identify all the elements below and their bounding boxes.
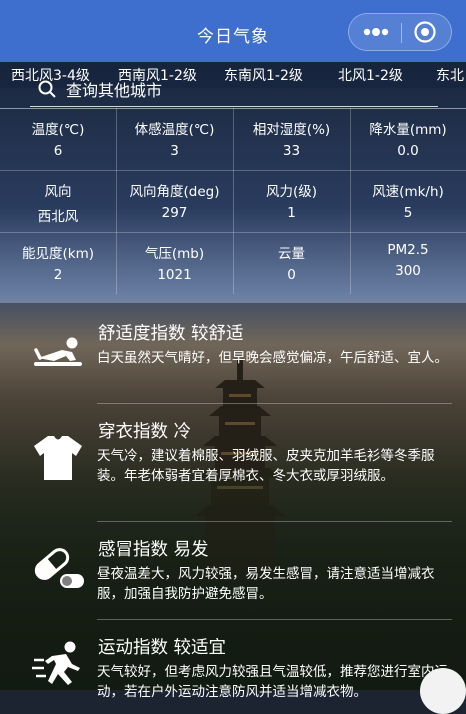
index-title: 穿衣指数 冷	[98, 422, 192, 442]
wind-item: 东北	[436, 68, 464, 84]
cell-value: 0.0	[397, 143, 419, 159]
index-description: 天气冷，建议着棉服、羽绒服、皮夹克加羊毛衫等冬季服装。年老体弱者宜着厚棉衣、冬大…	[97, 448, 435, 484]
cell-label: 降水量(mm)	[369, 122, 447, 138]
cell-label: 风速(mk/h)	[372, 184, 444, 200]
pill-icon	[34, 548, 84, 588]
capsule-divider	[401, 23, 402, 43]
cell-value: 1	[287, 205, 296, 221]
cell-value: 3	[170, 143, 179, 159]
wind-direction-cell: 风向 西北风	[0, 170, 116, 232]
floating-action-button[interactable]	[420, 668, 466, 714]
running-person-icon	[32, 641, 80, 685]
nav-bar: 今日气象	[0, 0, 466, 62]
cell-value: 1021	[157, 267, 192, 283]
precipitation-cell: 降水量(mm) 0.0	[350, 108, 466, 170]
cell-label: 能见度(km)	[21, 246, 94, 262]
index-description: 天气较好，但考虑风力较强且气温较低，推荐您进行室内运动，若在户外运动注意防风并适…	[97, 664, 448, 700]
cell-label: 温度(℃)	[31, 122, 85, 138]
index-description: 白天虽然天气晴好，但早晚会感觉偏凉，午后舒适、宜人。	[97, 350, 448, 366]
search-placeholder: 查询其他城市	[66, 81, 163, 100]
cell-value: 6	[53, 143, 63, 159]
pm25-cell: PM2.5 300	[350, 232, 466, 294]
card-separator	[97, 521, 452, 522]
cell-label: 相对湿度(%)	[252, 122, 331, 138]
lying-person-icon	[34, 337, 82, 366]
close-target-icon[interactable]	[413, 20, 437, 44]
cell-label: 气压(mb)	[144, 246, 205, 262]
cell-value: 0	[287, 267, 296, 283]
tshirt-icon	[34, 436, 82, 480]
cell-label: 风向角度(deg)	[129, 184, 220, 200]
wind-angle-cell: 风向角度(deg) 297	[116, 170, 233, 232]
wind-speed-cell: 风速(mk/h) 5	[350, 170, 466, 232]
humidity-cell: 相对湿度(%) 33	[233, 108, 350, 170]
cell-label: 风力(级)	[265, 184, 318, 200]
visibility-cell: 能见度(km) 2	[0, 232, 116, 294]
cell-value: 2	[53, 267, 63, 283]
mini-program-capsule	[348, 13, 452, 51]
wind-force-cell: 风力(级) 1	[233, 170, 350, 232]
index-title: 感冒指数 易发	[98, 540, 209, 560]
weather-details-grid: 温度(℃) 6 体感温度(℃) 3 相对湿度(%) 33 降水量(mm) 0.0…	[0, 108, 466, 294]
cell-label: 云量	[278, 246, 305, 262]
cell-label: PM2.5	[387, 242, 429, 258]
cell-label: 体感温度(℃)	[134, 122, 215, 138]
cloud-cover-cell: 云量 0	[233, 232, 350, 294]
cell-value: 297	[161, 205, 188, 221]
index-description: 昼夜温差大，风力较强，易发生感冒，请注意适当增减衣服，加强自我防护避免感冒。	[97, 566, 435, 602]
card-separator	[97, 403, 452, 404]
temperature-cell: 温度(℃) 6	[0, 108, 116, 170]
search-icon	[38, 80, 56, 98]
cell-value: 5	[403, 205, 413, 221]
card-separator	[97, 619, 452, 620]
cell-value: 33	[282, 143, 301, 159]
cell-label: 风向	[44, 184, 72, 200]
pressure-cell: 气压(mb) 1021	[116, 232, 233, 294]
more-icon[interactable]	[361, 22, 391, 42]
index-title: 运动指数 较适宜	[98, 638, 227, 658]
index-title: 舒适度指数 较舒适	[98, 324, 244, 344]
feels-like-cell: 体感温度(℃) 3	[116, 108, 233, 170]
city-search[interactable]: 查询其他城市	[30, 76, 438, 107]
cell-value: 西北风	[37, 209, 79, 225]
cell-value: 300	[395, 263, 421, 279]
